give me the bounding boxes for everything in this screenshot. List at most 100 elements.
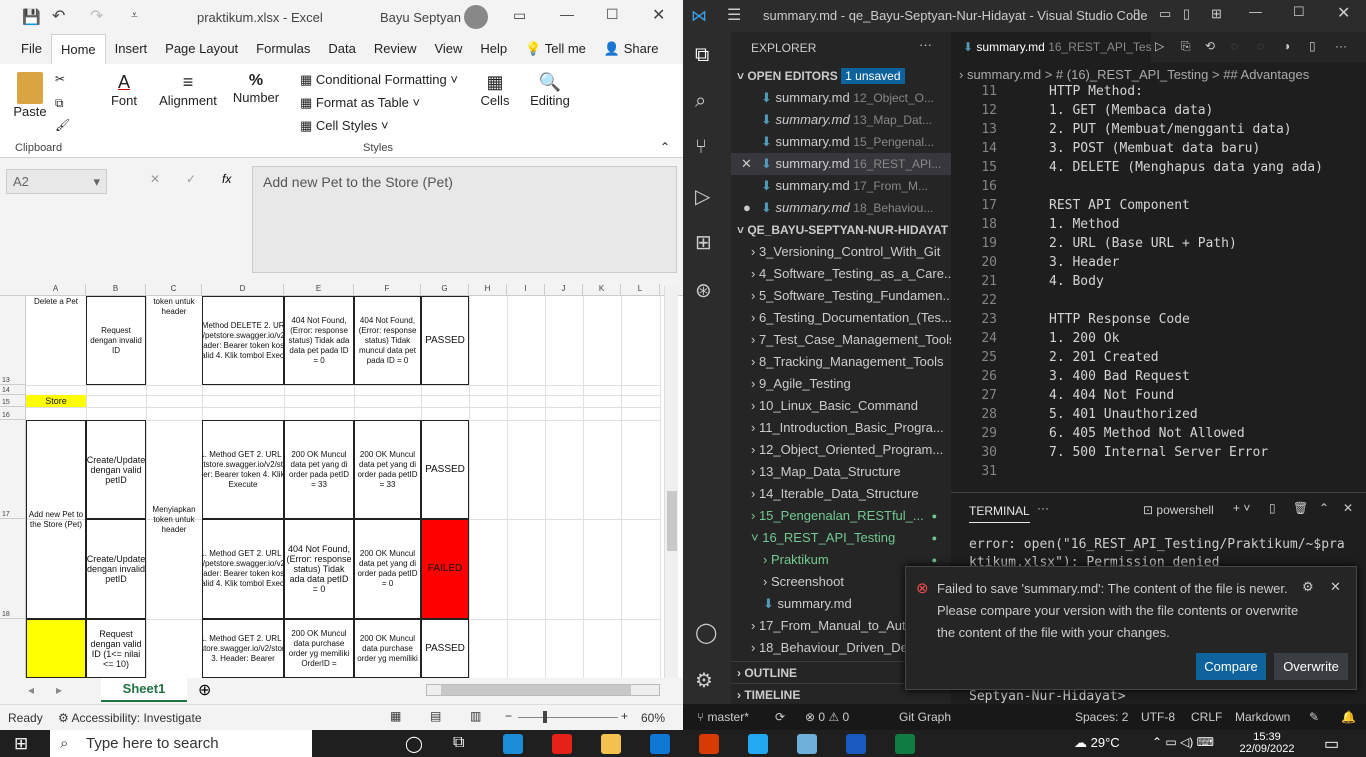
mail-icon[interactable] (650, 734, 670, 754)
tab-file[interactable]: File (12, 34, 51, 64)
workspace-header[interactable]: ˅ QE_BAYU-SEPTYAN-NUR-HIDAYAT (731, 219, 951, 241)
extensions-icon[interactable]: ⊞ (695, 230, 712, 255)
windows-start-icon[interactable]: ⊞ (14, 734, 28, 754)
folder-item[interactable]: › 11_Introduction_Basic_Progra... (731, 417, 951, 439)
branch-status[interactable]: ⑂ master* (697, 710, 749, 724)
taskbar-search[interactable]: ⌕ Type here to search (50, 730, 312, 757)
source-control-icon[interactable]: ⑂ (695, 136, 707, 159)
column-header[interactable]: B (86, 284, 146, 296)
open-preview-icon[interactable]: ⎘ (1181, 39, 1191, 54)
code-line[interactable]: 7. 500 Internal Server Error (1049, 445, 1268, 460)
vscode-taskbar-icon[interactable] (748, 734, 768, 754)
font-button[interactable]: A Font (104, 72, 144, 108)
run-icon[interactable]: ▷ (1155, 39, 1164, 53)
folder-item[interactable]: › 3_Versioning_Control_With_Git (731, 241, 951, 263)
code-line[interactable]: 3. POST (Membuat data baru) (1049, 141, 1260, 156)
problems-status[interactable]: ⊗ 0 ⚠ 0 (805, 710, 849, 724)
cell-styles-button[interactable]: ▦ Cell Styles ˅ (300, 118, 389, 134)
terminal-prompt[interactable]: Septyan-Nur-Hidayat> (969, 689, 1126, 704)
folder-item[interactable]: › 4_Software_Testing_as_a_Care... (731, 263, 951, 285)
indentation-status[interactable]: Spaces: 2 (1075, 710, 1128, 724)
tab-view[interactable]: View (425, 34, 471, 64)
weather-widget[interactable]: ☁ 29°C (1074, 735, 1120, 751)
sheet-tab[interactable]: Sheet1 (101, 678, 187, 702)
cell-c12[interactable]: token untuk header (146, 296, 202, 385)
formula-input[interactable]: Add new Pet to the Store (Pet) (252, 166, 677, 273)
notification-center-icon[interactable]: ▭ (1324, 734, 1339, 754)
column-header[interactable]: G (421, 284, 469, 296)
close-panel-icon[interactable]: ✕ (1343, 501, 1353, 515)
overwrite-button[interactable]: Overwrite (1274, 653, 1348, 680)
close-icon[interactable]: ✕ (652, 5, 665, 25)
tab-summary-md[interactable]: ⬇ summary.md 16_REST_API_Tes (951, 32, 1151, 62)
row-header[interactable]: 13 (0, 296, 26, 385)
task-view-icon[interactable]: ⧉ (453, 734, 464, 752)
add-sheet-icon[interactable]: ⊕ (198, 680, 211, 700)
terminal-tab[interactable]: TERMINAL (969, 504, 1030, 523)
cell-e13[interactable]: 404 Not Found, (Error: response status) … (284, 296, 354, 385)
open-editor-item[interactable]: ⬇ summary.md 12_Object_O... (731, 87, 951, 109)
cell-e18[interactable]: 404 Not Found, (Error: response status) … (284, 519, 354, 619)
alignment-button[interactable]: ≡ Alignment (158, 72, 218, 108)
new-terminal-icon[interactable]: + ˅ (1233, 501, 1250, 515)
cell-b19[interactable]: Request dengan valid ID (1<= nilai <= 10… (86, 619, 146, 678)
word-icon[interactable] (846, 734, 866, 754)
edge-icon[interactable] (503, 734, 523, 754)
git-graph-icon[interactable]: ⊛ (695, 278, 712, 303)
close-icon[interactable]: ✕ (1337, 3, 1350, 23)
editing-button[interactable]: 🔍 Editing (528, 72, 572, 108)
code-line[interactable]: 5. 401 Unauthorized (1049, 407, 1198, 422)
code-line[interactable]: 4. DELETE (Menghapus data yang ada) (1049, 160, 1323, 175)
maximize-icon[interactable]: ☐ (1293, 4, 1305, 20)
close-icon[interactable]: ✕ (1330, 579, 1341, 595)
zoom-in-icon[interactable]: + (621, 709, 628, 723)
number-button[interactable]: % Number (230, 72, 282, 105)
folder-item[interactable]: › 13_Map_Data_Structure (731, 461, 951, 483)
sync-icon[interactable]: ⟳ (775, 710, 785, 724)
name-box[interactable]: A2 ▾ (6, 169, 107, 194)
column-header[interactable]: L (621, 284, 660, 296)
minimize-icon[interactable]: — (1249, 4, 1262, 19)
more-actions-icon[interactable]: ··· (919, 37, 932, 52)
paste-button[interactable]: Paste (12, 72, 48, 119)
folder-item[interactable]: › 14_Iterable_Data_Structure (731, 483, 951, 505)
cell-f13[interactable]: 404 Not Found, (Error: response status) … (354, 296, 421, 385)
gear-icon[interactable]: ⚙ (1302, 579, 1314, 595)
layout-icon[interactable]: ⊞ (1211, 6, 1222, 22)
compare-changes-icon[interactable]: ⟲ (1205, 39, 1215, 53)
column-header[interactable]: K (583, 284, 621, 296)
cell-b17[interactable]: Create/Update dengan valid petID (86, 420, 146, 519)
shell-selector[interactable]: ⊡ powershell (1143, 503, 1214, 517)
split-terminal-icon[interactable]: ▯ (1269, 501, 1276, 515)
open-editor-item[interactable]: ⬇ summary.md 17_From_M... (731, 175, 951, 197)
accessibility-status[interactable]: ⚙ Accessibility: Investigate (58, 711, 202, 725)
cell-f17[interactable]: 200 OK Muncul data pet yang di order pad… (354, 420, 421, 519)
code-line[interactable]: 1. 200 Ok (1049, 331, 1119, 346)
open-editor-item[interactable]: ⬇ summary.md 15_Pengenal... (731, 131, 951, 153)
code-line[interactable]: 1. GET (Membaca data) (1049, 103, 1213, 118)
spreadsheet-grid[interactable]: A B C D E F G H I J K L 13 14 15 16 17 18 Delete a Pet toke… (0, 284, 683, 690)
account-icon[interactable]: ◯ (695, 620, 717, 645)
office-icon[interactable] (699, 734, 719, 754)
git-graph-status[interactable]: Git Graph (899, 710, 951, 724)
breadcrumb[interactable]: › summary.md > # (16)_REST_API_Testing >… (959, 67, 1309, 82)
code-line[interactable]: HTTP Response Code (1049, 312, 1190, 327)
format-painter-icon[interactable]: 🖌 (55, 118, 70, 132)
settings-gear-icon[interactable]: ⚙ (695, 668, 713, 693)
code-line[interactable]: 2. 201 Created (1049, 350, 1159, 365)
prev-sheet-icon[interactable]: ◂ (28, 683, 34, 697)
folder-item[interactable]: › 10_Linux_Basic_Command (731, 395, 951, 417)
column-header[interactable]: H (469, 284, 507, 296)
column-header[interactable]: F (354, 284, 421, 296)
cortana-icon[interactable]: ◯ (405, 734, 423, 754)
more-actions-icon[interactable]: ··· (1335, 39, 1347, 53)
folder-item[interactable]: ˅ 16_REST_API_Testing ● (731, 527, 951, 549)
menu-icon[interactable]: ☰ (727, 5, 741, 25)
open-editors-header[interactable]: ˅ OPEN EDITORS 1 unsaved (731, 65, 951, 87)
code-line[interactable]: 4. 404 Not Found (1049, 388, 1174, 403)
cell-d18[interactable]: 1. Method GET 2. URL : https://petstore.… (202, 519, 284, 619)
share-button[interactable]: 👤 Share (595, 34, 668, 64)
normal-view-icon[interactable]: ▦ (390, 709, 401, 723)
cell-a19[interactable] (26, 619, 86, 678)
cell-d19[interactable]: 1. Method GET 2. URL : https://petstore.… (202, 619, 284, 678)
